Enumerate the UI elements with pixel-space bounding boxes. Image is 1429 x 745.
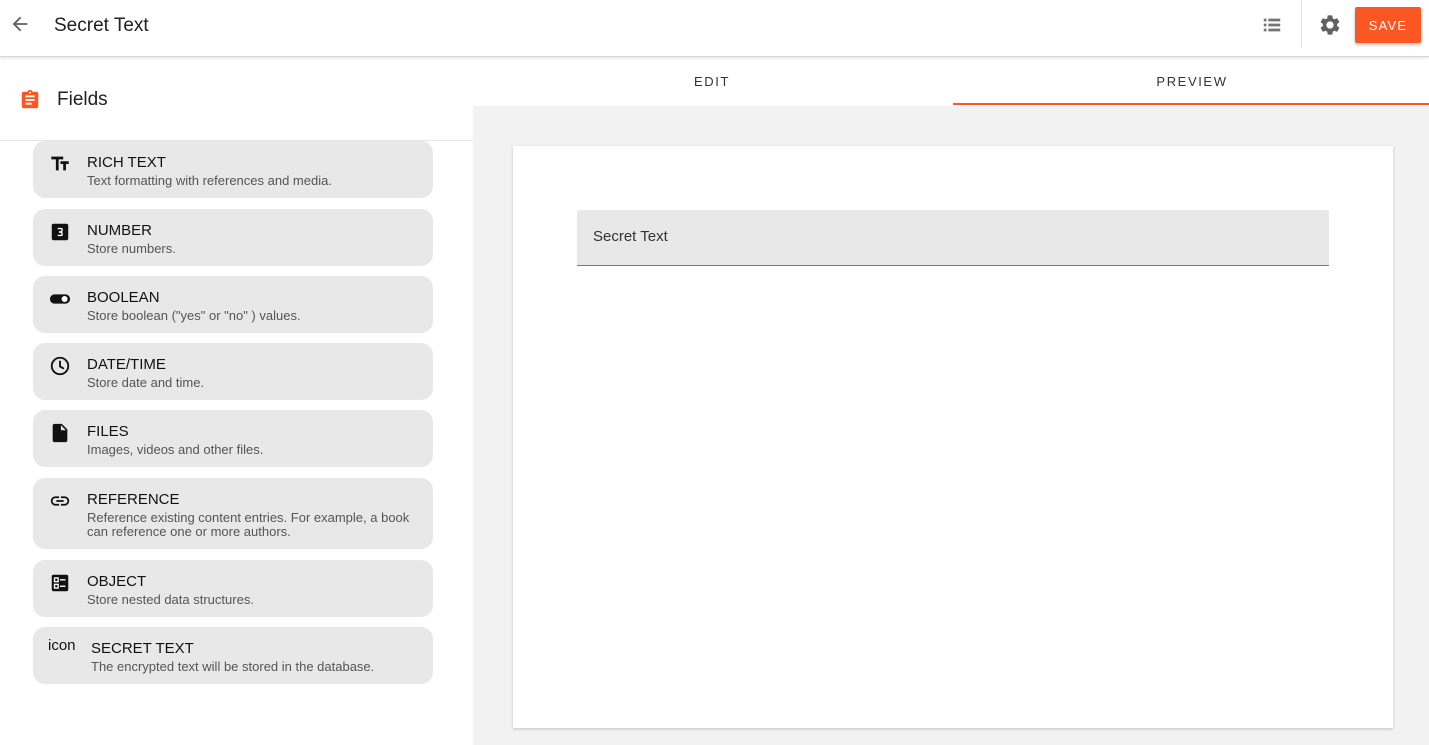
tab-edit[interactable]: EDIT xyxy=(473,57,951,106)
field-description: Reference existing content entries. For … xyxy=(87,510,410,539)
app-bar: Secret Text SAVE xyxy=(0,0,1429,57)
object-icon xyxy=(49,572,71,594)
field-card-reference[interactable]: REFERENCE Reference existing content ent… xyxy=(33,478,433,549)
preview-panel: Secret Text xyxy=(513,146,1393,728)
active-tab-indicator xyxy=(953,103,1429,105)
fields-sidebar: Fields RICH TEXT Text formatting with re… xyxy=(0,57,473,745)
field-name: DATE/TIME xyxy=(87,356,166,373)
field-name: BOOLEAN xyxy=(87,289,160,306)
field-description: The encrypted text will be stored in the… xyxy=(91,659,375,674)
list-view-button[interactable] xyxy=(1258,11,1286,39)
field-description: Images, videos and other files. xyxy=(87,442,264,457)
field-description: Store nested data structures. xyxy=(87,592,254,607)
field-description: Text formatting with references and medi… xyxy=(87,173,332,188)
file-icon xyxy=(49,422,71,444)
preview-field-label: Secret Text xyxy=(593,228,668,245)
arrow-left-icon xyxy=(12,16,28,32)
link-icon xyxy=(49,490,71,512)
clipboard-icon xyxy=(21,89,39,109)
sidebar-header: Fields xyxy=(0,57,473,141)
field-card-number[interactable]: NUMBER Store numbers. xyxy=(33,209,433,266)
gear-icon xyxy=(1320,15,1340,35)
toggle-icon xyxy=(49,288,71,310)
field-name: SECRET TEXT xyxy=(91,640,194,657)
save-button[interactable]: SAVE xyxy=(1355,7,1421,43)
list-icon xyxy=(1263,18,1281,32)
settings-button[interactable] xyxy=(1316,11,1344,39)
field-description: Store boolean ("yes" or "no" ) values. xyxy=(87,308,301,323)
page-title: Secret Text xyxy=(54,15,149,36)
field-card-date-time[interactable]: DATE/TIME Store date and time. xyxy=(33,343,433,400)
field-name: REFERENCE xyxy=(87,491,180,508)
field-card-boolean[interactable]: BOOLEAN Store boolean ("yes" or "no" ) v… xyxy=(33,276,433,333)
field-card-files[interactable]: FILES Images, videos and other files. xyxy=(33,410,433,467)
toolbar-divider xyxy=(1301,0,1302,48)
clock-icon xyxy=(49,355,71,377)
editor-tabs: EDIT PREVIEW xyxy=(473,57,1429,106)
text-format-icon xyxy=(49,153,71,175)
placeholder-icon-text: icon xyxy=(48,636,76,654)
field-description: Store numbers. xyxy=(87,241,176,256)
sidebar-title: Fields xyxy=(57,89,108,110)
field-name: NUMBER xyxy=(87,222,153,239)
field-card-object[interactable]: OBJECT Store nested data structures. xyxy=(33,560,433,617)
number-3-icon xyxy=(49,221,71,243)
secret-text-preview-input[interactable]: Secret Text xyxy=(577,210,1329,266)
field-description: Store date and time. xyxy=(87,375,205,390)
field-card-secret-text[interactable]: icon SECRET TEXT The encrypted text will… xyxy=(33,627,433,684)
field-name: FILES xyxy=(87,423,129,440)
back-button[interactable] xyxy=(6,10,34,38)
field-card-rich-text[interactable]: RICH TEXT Text formatting with reference… xyxy=(33,141,433,198)
field-name: OBJECT xyxy=(87,573,147,590)
tab-preview[interactable]: PREVIEW xyxy=(953,57,1429,106)
main-content: EDIT PREVIEW Secret Text xyxy=(473,57,1429,745)
field-name: RICH TEXT xyxy=(87,154,166,171)
